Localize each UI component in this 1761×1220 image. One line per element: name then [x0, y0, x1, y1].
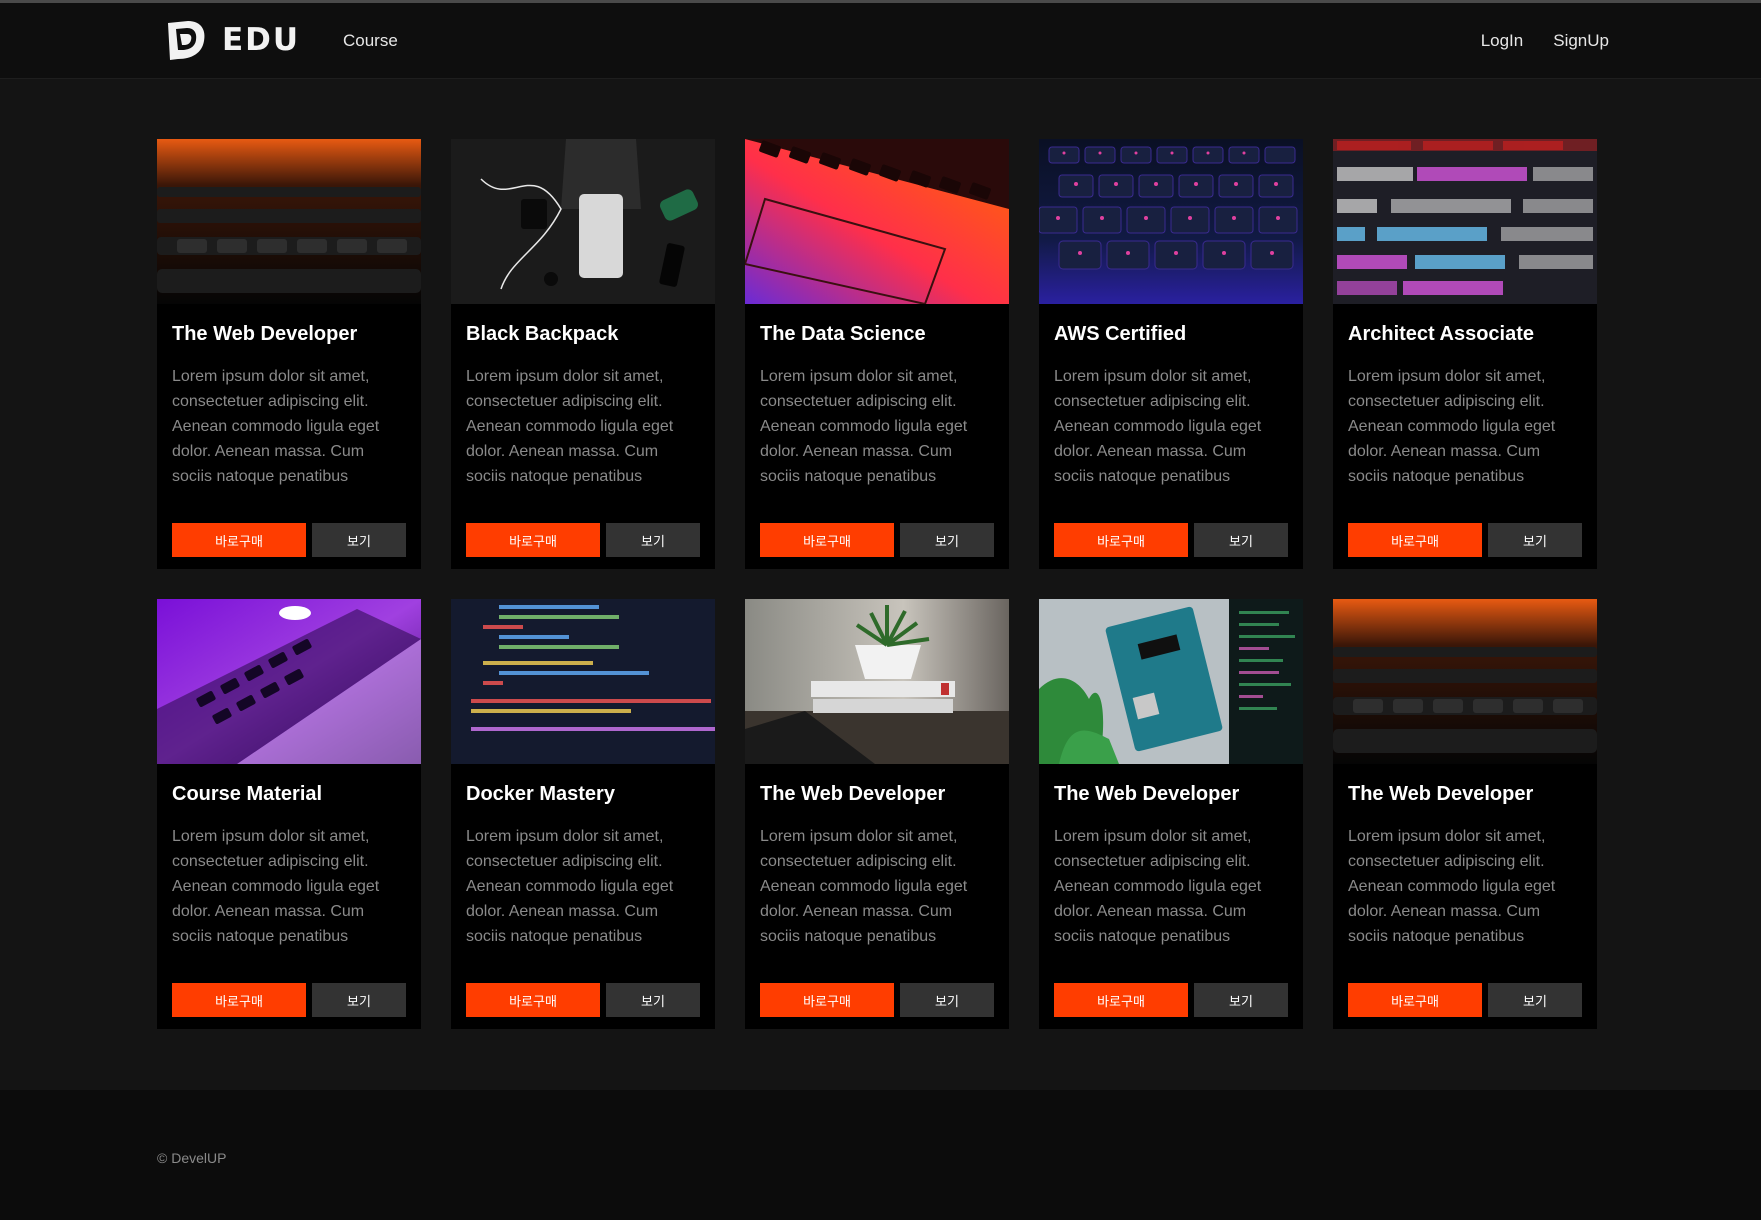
course-title: Course Material — [172, 783, 323, 805]
course-description: Lorem ipsum dolor sit amet, consectetuer… — [1054, 828, 1262, 945]
arduino-image — [1039, 599, 1303, 764]
course-title: AWS Certified — [1054, 323, 1187, 345]
course-description: Lorem ipsum dolor sit amet, consectetuer… — [172, 828, 380, 945]
copyright-text: © DevelUP — [157, 1150, 227, 1166]
course-thumbnail[interactable] — [157, 599, 421, 764]
view-button[interactable]: 보기 — [312, 523, 406, 557]
course-description: Lorem ipsum dolor sit amet, consectetuer… — [1348, 828, 1556, 945]
course-description: Lorem ipsum dolor sit amet, consectetuer… — [172, 368, 380, 485]
course-description: Lorem ipsum dolor sit amet, consectetuer… — [760, 828, 968, 945]
keyboard-image — [1333, 599, 1597, 764]
course-description: Lorem ipsum dolor sit amet, consectetuer… — [1054, 368, 1262, 485]
view-button[interactable]: 보기 — [1194, 523, 1288, 557]
buy-now-button[interactable]: 바로구매 — [760, 523, 894, 557]
buy-now-button[interactable]: 바로구매 — [466, 983, 600, 1017]
plant-desk-image — [745, 599, 1009, 764]
course-grid: The Web Developer Lorem ipsum dolor sit … — [157, 139, 1597, 1029]
keyboard-image — [157, 139, 421, 304]
course-card: The Web Developer Lorem ipsum dolor sit … — [1333, 599, 1597, 1029]
logo[interactable]: EDU — [162, 17, 300, 63]
buy-now-button[interactable]: 바로구매 — [1348, 983, 1482, 1017]
course-card: Architect Associate Lorem ipsum dolor si… — [1333, 139, 1597, 569]
signup-link[interactable]: SignUp — [1553, 31, 1609, 51]
course-description: Lorem ipsum dolor sit amet, consectetuer… — [760, 368, 968, 485]
backpack-image — [451, 139, 715, 304]
site-header: EDU Course LogIn SignUp — [0, 3, 1761, 79]
course-thumbnail[interactable] — [157, 139, 421, 304]
buy-now-button[interactable]: 바로구매 — [172, 983, 306, 1017]
course-card: The Web Developer Lorem ipsum dolor sit … — [745, 599, 1009, 1029]
course-thumbnail[interactable] — [451, 139, 715, 304]
course-title: The Data Science — [760, 323, 926, 345]
course-thumbnail[interactable] — [745, 139, 1009, 304]
view-button[interactable]: 보기 — [900, 523, 994, 557]
course-title: The Web Developer — [1348, 783, 1534, 805]
view-button[interactable]: 보기 — [1488, 983, 1582, 1017]
view-button[interactable]: 보기 — [900, 983, 994, 1017]
course-description: Lorem ipsum dolor sit amet, consectetuer… — [466, 828, 674, 945]
buy-now-button[interactable]: 바로구매 — [1348, 523, 1482, 557]
course-card: The Data Science Lorem ipsum dolor sit a… — [745, 139, 1009, 569]
course-thumbnail[interactable] — [1039, 139, 1303, 304]
buy-now-button[interactable]: 바로구매 — [760, 983, 894, 1017]
nav-course-link[interactable]: Course — [343, 31, 398, 51]
course-thumbnail[interactable] — [451, 599, 715, 764]
buy-now-button[interactable]: 바로구매 — [1054, 523, 1188, 557]
course-thumbnail[interactable] — [1333, 599, 1597, 764]
course-title: Architect Associate — [1348, 323, 1534, 345]
keyboard-image — [1039, 139, 1303, 304]
course-description: Lorem ipsum dolor sit amet, consectetuer… — [1348, 368, 1556, 485]
login-link[interactable]: LogIn — [1481, 31, 1524, 51]
auth-links: LogIn SignUp — [1481, 31, 1609, 51]
course-thumbnail[interactable] — [1039, 599, 1303, 764]
view-button[interactable]: 보기 — [312, 983, 406, 1017]
view-button[interactable]: 보기 — [1194, 983, 1288, 1017]
buy-now-button[interactable]: 바로구매 — [1054, 983, 1188, 1017]
course-title: The Web Developer — [760, 783, 946, 805]
view-button[interactable]: 보기 — [606, 983, 700, 1017]
course-card: Course Material Lorem ipsum dolor sit am… — [157, 599, 421, 1029]
course-thumbnail[interactable] — [745, 599, 1009, 764]
course-thumbnail[interactable] — [1333, 139, 1597, 304]
course-card: Docker Mastery Lorem ipsum dolor sit ame… — [451, 599, 715, 1029]
laptop-image — [745, 139, 1009, 304]
course-card: The Web Developer Lorem ipsum dolor sit … — [1039, 599, 1303, 1029]
course-title: Black Backpack — [466, 323, 619, 345]
course-description: Lorem ipsum dolor sit amet, consectetuer… — [466, 368, 674, 485]
course-title: The Web Developer — [1054, 783, 1240, 805]
logo-text: EDU — [222, 22, 301, 58]
course-card: Black Backpack Lorem ipsum dolor sit ame… — [451, 139, 715, 569]
buy-now-button[interactable]: 바로구매 — [172, 523, 306, 557]
code-screen-image — [451, 599, 715, 764]
course-title: The Web Developer — [172, 323, 358, 345]
buy-now-button[interactable]: 바로구매 — [466, 523, 600, 557]
logo-icon — [168, 21, 205, 60]
course-card: AWS Certified Lorem ipsum dolor sit amet… — [1039, 139, 1303, 569]
course-list: The Web Developer Lorem ipsum dolor sit … — [0, 79, 1761, 1091]
site-footer: © DevelUP — [0, 1090, 1761, 1220]
laptop-image — [157, 599, 421, 764]
view-button[interactable]: 보기 — [1488, 523, 1582, 557]
course-card: The Web Developer Lorem ipsum dolor sit … — [157, 139, 421, 569]
code-screen-image — [1333, 139, 1597, 304]
course-title: Docker Mastery — [466, 783, 615, 805]
view-button[interactable]: 보기 — [606, 523, 700, 557]
